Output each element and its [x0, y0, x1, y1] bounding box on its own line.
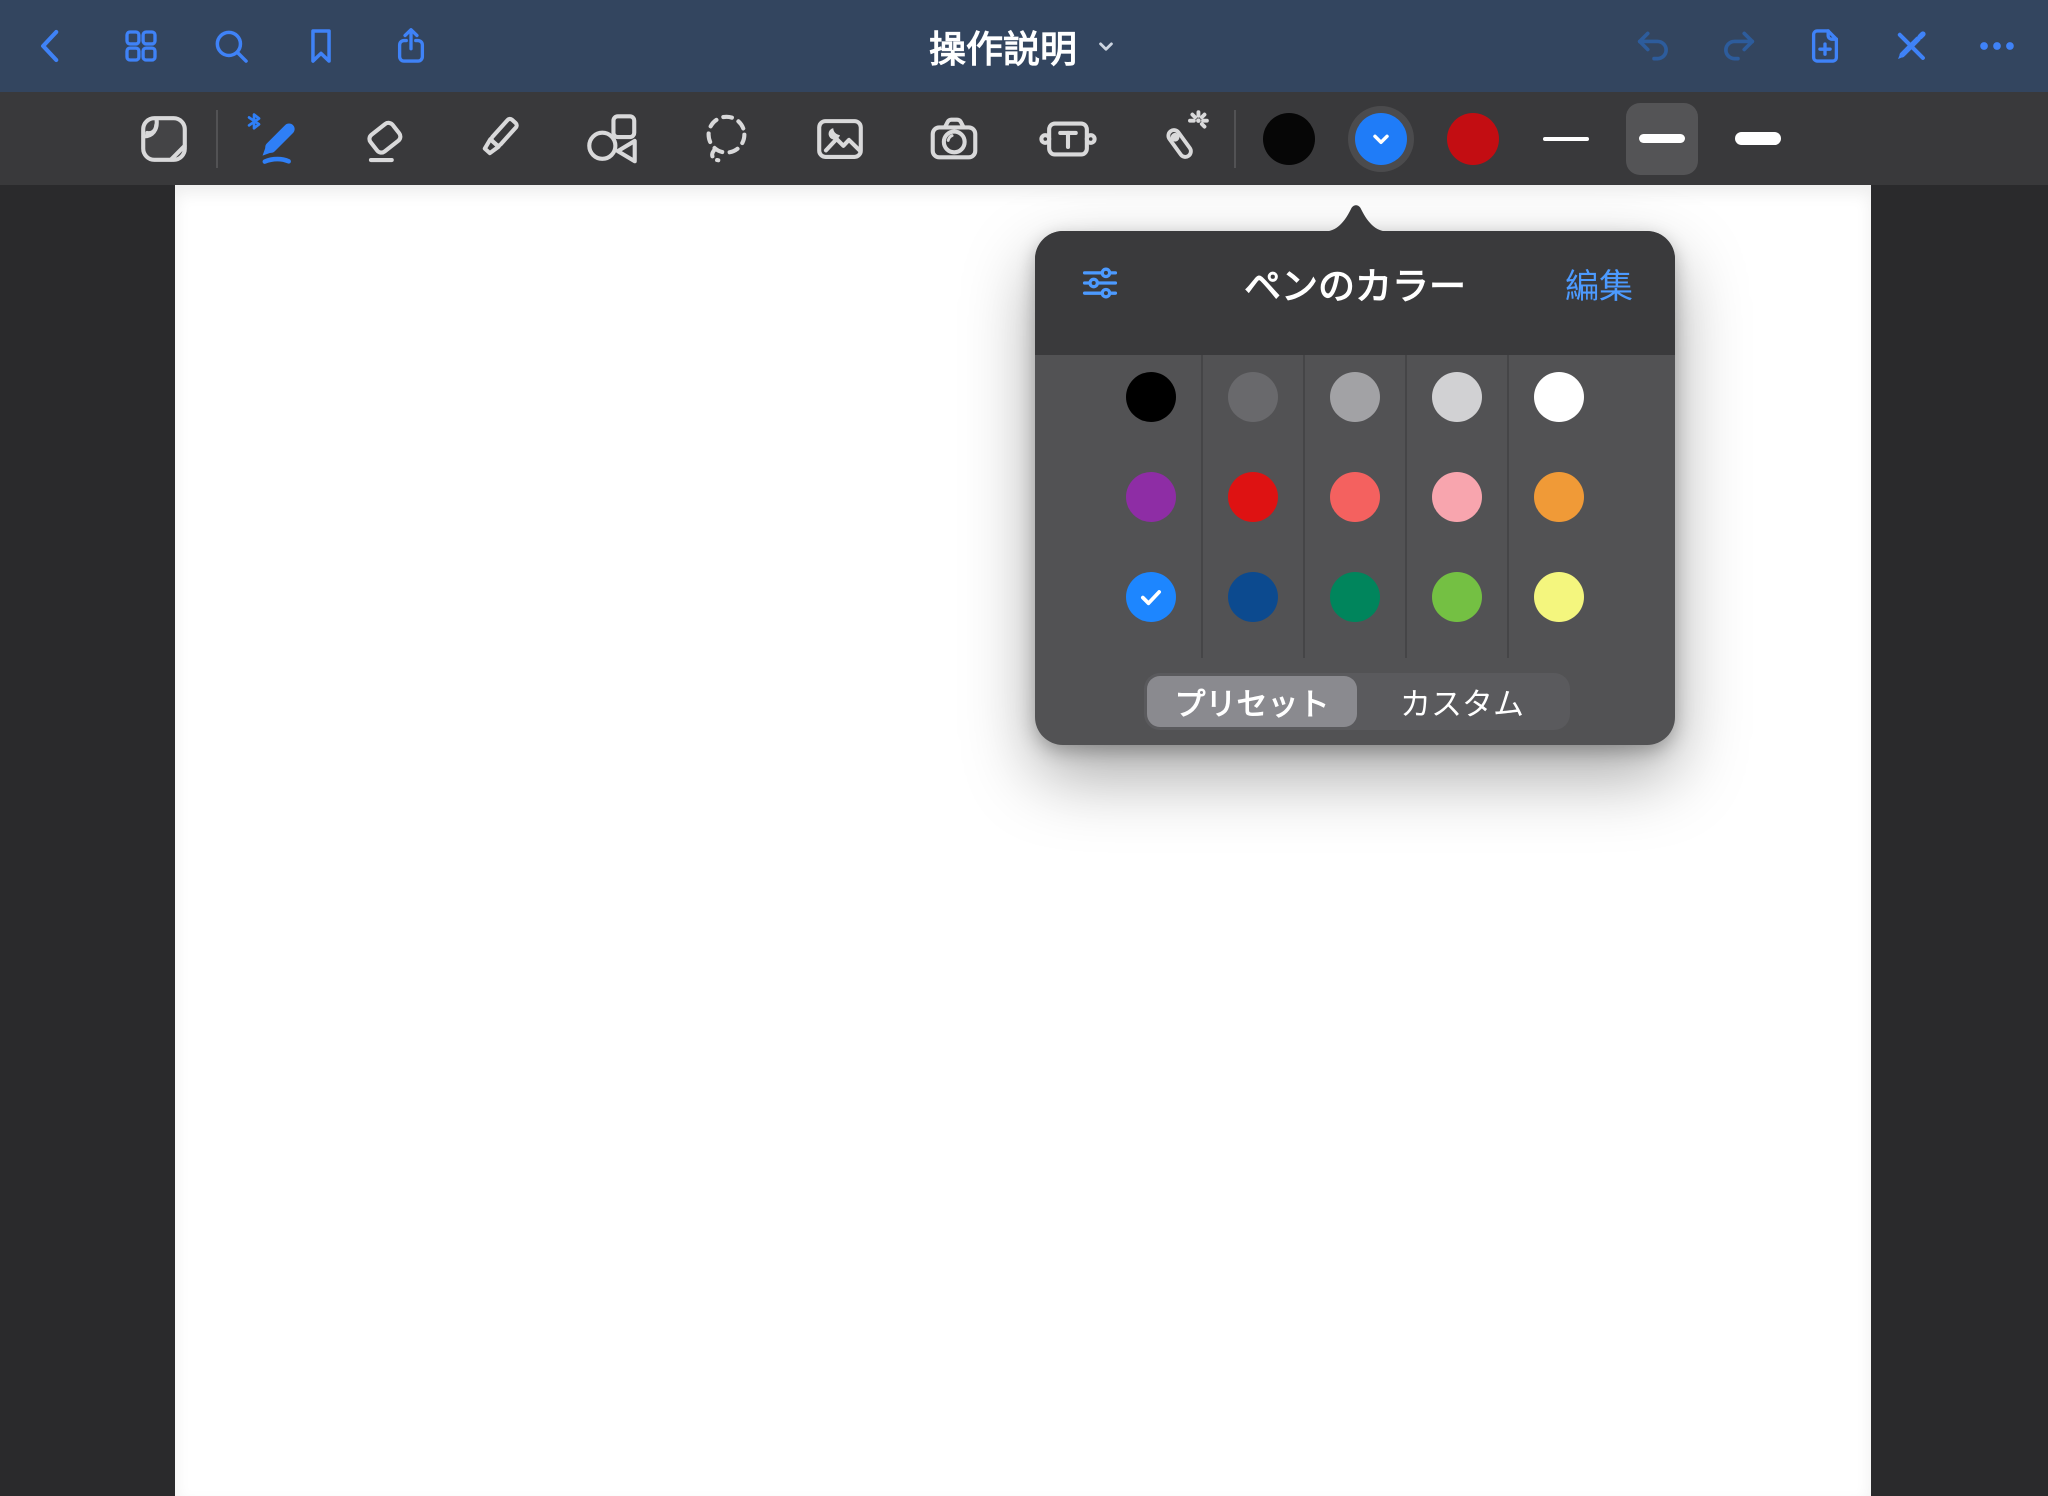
- top-navigation-bar: 操作説明: [0, 0, 2048, 92]
- search-button[interactable]: [208, 23, 254, 69]
- text-tool-button[interactable]: [1036, 107, 1100, 171]
- toolbar-color-black[interactable]: [1256, 106, 1322, 172]
- redo-button[interactable]: [1716, 23, 1762, 69]
- edit-colors-button[interactable]: 編集: [1565, 259, 1633, 308]
- stroke-width-thick[interactable]: [1722, 103, 1794, 175]
- nav-right-group: [1630, 23, 2020, 69]
- pen-tool-icon: [241, 110, 299, 168]
- eraser-tool-button[interactable]: [352, 107, 416, 171]
- tab-custom[interactable]: カスタム: [1357, 676, 1567, 727]
- color-swatch-navy[interactable]: [1228, 572, 1278, 622]
- palette-column-4: [1405, 355, 1507, 658]
- pen-settings-button[interactable]: [1077, 260, 1123, 306]
- search-icon: [210, 25, 252, 67]
- stroke-width-thin[interactable]: [1530, 103, 1602, 175]
- lasso-tool-button[interactable]: [694, 107, 758, 171]
- camera-tool-icon: [925, 110, 983, 168]
- more-ellipsis-icon: [1976, 25, 2018, 67]
- color-quick-swatches: [1256, 106, 1506, 172]
- highlighter-tool-button[interactable]: [466, 107, 530, 171]
- popover-arrow: [1321, 197, 1391, 232]
- shapes-tool-button[interactable]: [580, 107, 644, 171]
- preset-custom-segmented-control: プリセットカスタム: [1144, 673, 1570, 730]
- more-options-button[interactable]: [1974, 23, 2020, 69]
- document-title[interactable]: 操作説明: [929, 0, 1119, 92]
- palette-grid: [1035, 355, 1675, 658]
- color-swatch-white[interactable]: [1534, 372, 1584, 422]
- undo-icon: [1632, 25, 1674, 67]
- bookmark-button[interactable]: [298, 23, 344, 69]
- add-page-button[interactable]: [1802, 23, 1848, 69]
- color-swatch-coral[interactable]: [1330, 472, 1380, 522]
- page-panel-button[interactable]: [132, 107, 196, 171]
- color-swatch-yellow[interactable]: [1534, 572, 1584, 622]
- shapes-tool-icon: [583, 110, 641, 168]
- color-swatch-pink[interactable]: [1432, 472, 1482, 522]
- pen-color-popover: ペンのカラー 編集 プリセットカスタム: [1035, 231, 1675, 745]
- lasso-tool-icon: [697, 110, 755, 168]
- toolbar-separator-2: [1234, 110, 1236, 168]
- disable-pen-mode-button[interactable]: [1888, 23, 1934, 69]
- tool-group: [238, 107, 1214, 171]
- color-swatch-light-gray[interactable]: [1432, 372, 1482, 422]
- color-swatch-dark-gray[interactable]: [1228, 372, 1278, 422]
- toolbar-color-red[interactable]: [1440, 106, 1506, 172]
- undo-button[interactable]: [1630, 23, 1676, 69]
- camera-tool-button[interactable]: [922, 107, 986, 171]
- check-icon: [1136, 582, 1166, 612]
- back-button[interactable]: [28, 23, 74, 69]
- share-button[interactable]: [388, 23, 434, 69]
- title-chevron-down-icon: [1093, 33, 1119, 59]
- laser-pointer-tool-icon: [1153, 110, 1211, 168]
- stroke-line: [1543, 137, 1589, 141]
- palette-column-2: [1201, 355, 1303, 658]
- color-swatch-green[interactable]: [1330, 572, 1380, 622]
- color-dot: [1447, 113, 1499, 165]
- color-swatch-gray[interactable]: [1330, 372, 1380, 422]
- document-title-text: 操作説明: [929, 19, 1077, 73]
- toolbar-color-blue-selected[interactable]: [1348, 106, 1414, 172]
- toolbar-separator: [216, 110, 218, 168]
- palette-column-1: [1101, 355, 1201, 658]
- thumbnails-button[interactable]: [118, 23, 164, 69]
- pen-crossed-icon: [1890, 25, 1932, 67]
- sliders-icon: [1079, 262, 1121, 304]
- stroke-line: [1639, 134, 1685, 143]
- stroke-width-group: [1530, 103, 1794, 175]
- back-icon: [30, 25, 72, 67]
- laser-pointer-tool-button[interactable]: [1150, 107, 1214, 171]
- nav-left-group: [28, 23, 434, 69]
- bookmark-icon: [300, 25, 342, 67]
- tab-preset[interactable]: プリセット: [1147, 676, 1357, 727]
- popover-header: ペンのカラー 編集: [1035, 231, 1675, 355]
- image-tool-icon: [811, 110, 869, 168]
- canvas-area: ペンのカラー 編集 プリセットカスタム: [0, 185, 2048, 1496]
- selected-color-ring: [1348, 106, 1414, 172]
- palette-column-3: [1303, 355, 1405, 658]
- share-icon: [390, 25, 432, 67]
- color-swatch-purple[interactable]: [1126, 472, 1176, 522]
- stroke-line: [1735, 132, 1781, 145]
- color-swatch-red[interactable]: [1228, 472, 1278, 522]
- page-panel-icon: [135, 110, 193, 168]
- eraser-tool-icon: [355, 110, 413, 168]
- thumbnails-grid-icon: [120, 25, 162, 67]
- redo-icon: [1718, 25, 1760, 67]
- chevron-down-icon: [1365, 123, 1397, 155]
- tools-toolbar: [0, 92, 2048, 185]
- text-tool-icon: [1039, 110, 1097, 168]
- add-page-icon: [1804, 25, 1846, 67]
- image-tool-button[interactable]: [808, 107, 872, 171]
- color-swatch-light-green[interactable]: [1432, 572, 1482, 622]
- pen-tool-button-active[interactable]: [238, 107, 302, 171]
- color-swatch-orange[interactable]: [1534, 472, 1584, 522]
- color-swatch-blue[interactable]: [1126, 572, 1176, 622]
- stroke-width-medium-selected[interactable]: [1626, 103, 1698, 175]
- color-dot: [1263, 113, 1315, 165]
- highlighter-tool-icon: [469, 110, 527, 168]
- color-swatch-black[interactable]: [1126, 372, 1176, 422]
- palette-column-5: [1507, 355, 1609, 658]
